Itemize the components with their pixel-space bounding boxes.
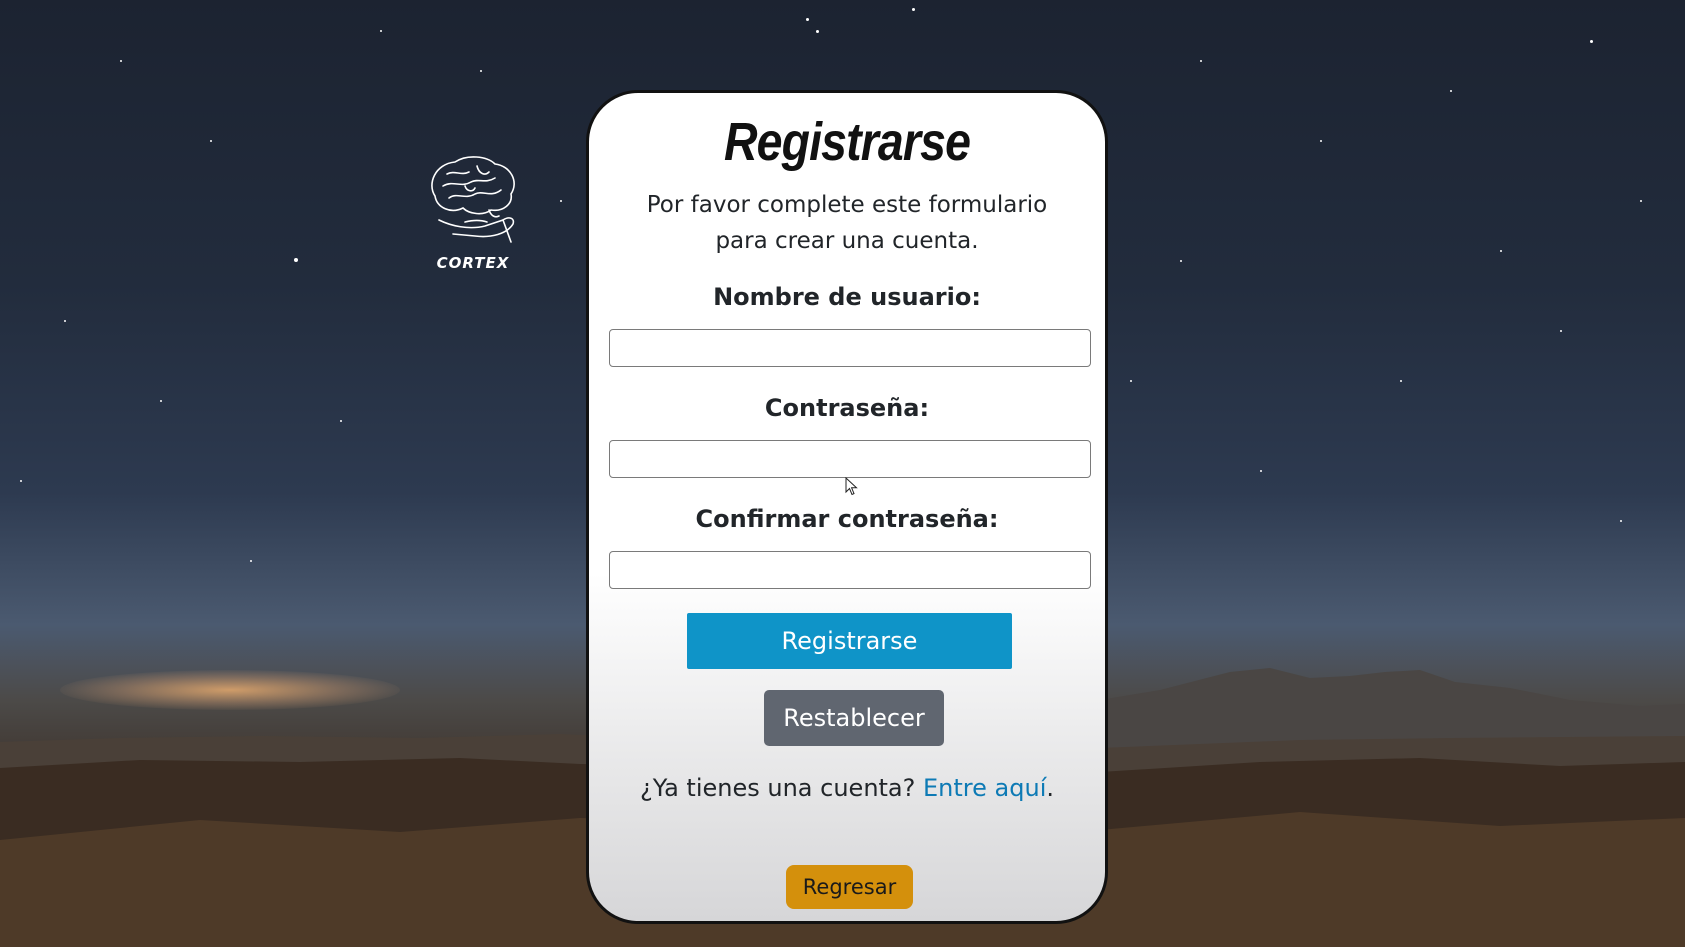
reset-button[interactable]: Restablecer [764,690,944,746]
form-instructions: Por favor complete este formulario para … [619,187,1075,259]
username-label: Nombre de usuario: [713,283,981,311]
login-prompt: ¿Ya tienes una cuenta? Entre aquí. [589,774,1105,802]
password-field[interactable] [609,440,1091,478]
brain-in-hand-icon [425,156,521,252]
login-link[interactable]: Entre aquí [923,774,1046,802]
mouse-cursor-icon [845,476,859,501]
form-instructions-line2: para crear una cuenta. [715,228,979,254]
register-button[interactable]: Registrarse [687,613,1012,669]
register-card: Registrarse Por favor complete este form… [586,90,1108,924]
username-field[interactable] [609,329,1091,367]
confirm-password-field[interactable] [609,551,1091,589]
back-button[interactable]: Regresar [786,865,913,909]
login-prompt-suffix: . [1046,774,1054,802]
logo-text: CORTEX [436,254,510,272]
cortex-logo: CORTEX [418,154,528,272]
page-title: Registrarse [723,112,971,172]
form-instructions-line1: Por favor complete este formulario [646,192,1048,218]
password-label: Contraseña: [764,394,930,422]
confirm-password-label: Confirmar contraseña: [695,505,999,533]
login-prompt-text: ¿Ya tienes una cuenta? [640,774,924,802]
